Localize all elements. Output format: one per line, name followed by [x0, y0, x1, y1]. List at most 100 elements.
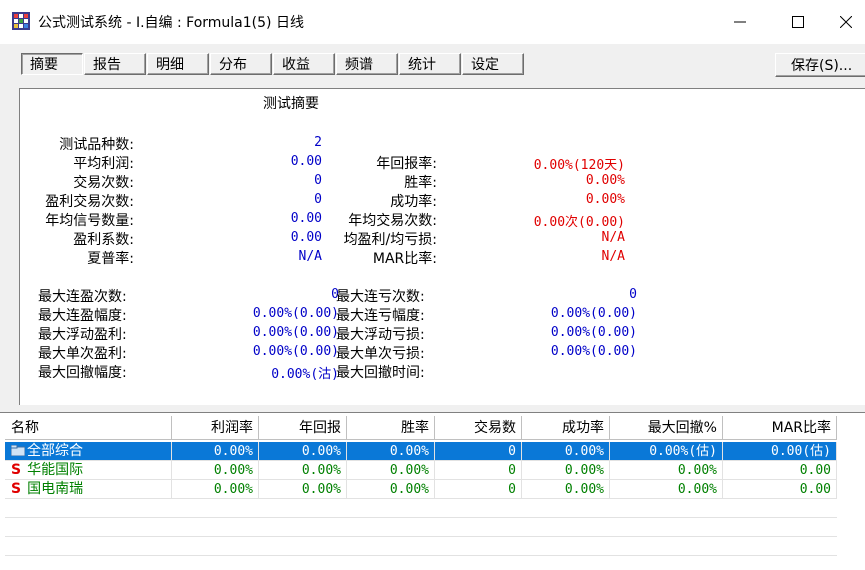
stat-label: 成功率: — [390, 194, 437, 210]
tab-report[interactable]: 报告 — [84, 53, 146, 75]
table-cell: 0 — [435, 442, 522, 461]
tab-summary[interactable]: 摘要 — [21, 53, 83, 75]
close-icon — [839, 16, 852, 28]
stat-value: 0.00%(0.00) — [252, 325, 339, 340]
table-cell: 0.00% — [172, 461, 259, 480]
table-cell: 0.00% — [347, 461, 435, 480]
stat-label: MAR比率: — [372, 251, 437, 267]
tab-detail[interactable]: 明细 — [147, 53, 209, 75]
stat-label: 最大单次盈利: — [38, 346, 127, 362]
stat-value: 0 — [314, 173, 322, 188]
empty-row — [5, 499, 837, 518]
column-header-success-rate[interactable]: 成功率 — [522, 416, 610, 440]
table-cell: 0.00% — [610, 480, 723, 499]
stat-label: 盈利系数: — [73, 232, 134, 248]
table-row[interactable]: S 国电南瑞 — [5, 480, 172, 499]
tab-settings[interactable]: 设定 — [462, 53, 524, 75]
table-cell: 0.00%(估) — [610, 442, 723, 461]
stock-s-icon: S — [11, 462, 22, 478]
stat-label: 年均信号数量: — [45, 213, 134, 229]
stat-value: 0.00%(0.00) — [550, 306, 637, 321]
tab-profit[interactable]: 收益 — [273, 53, 335, 75]
table-cell: 0.00% — [259, 480, 347, 499]
table-row[interactable]: S 华能国际 — [5, 461, 172, 480]
stat-label: 平均利润: — [73, 156, 134, 172]
app-grid-icon — [12, 12, 30, 30]
stat-value: 0.00%(0.00) — [550, 344, 637, 359]
table-cell: 0.00% — [522, 480, 610, 499]
stock-s-icon: S — [11, 481, 22, 497]
column-header-trades[interactable]: 交易数 — [435, 416, 522, 440]
stat-value: 0.00 — [290, 230, 322, 245]
stat-value: N/A — [601, 249, 625, 264]
stat-label: 年均交易次数: — [348, 213, 437, 229]
tab-spectrum[interactable]: 频谱 — [336, 53, 398, 75]
stat-value: N/A — [601, 230, 625, 245]
empty-row — [5, 537, 837, 556]
column-header-win-rate[interactable]: 胜率 — [347, 416, 435, 440]
table-cell: 0.00% — [259, 461, 347, 480]
column-header-annual-return[interactable]: 年回报 — [259, 416, 347, 440]
title-bar: 公式测试系统 - I.自编 : Formula1(5) 日线 — [0, 0, 865, 44]
stat-label: 测试品种数: — [59, 137, 134, 153]
results-table: 名称 利润率 年回报 胜率 交易数 成功率 最大回撤% MAR比率 全部综合 0… — [0, 412, 865, 570]
stat-label: 年回报率: — [376, 156, 437, 172]
table-cell: 0.00% — [347, 442, 435, 461]
table-cell: 0.00% — [522, 461, 610, 480]
stat-label: 均盈利/均亏损: — [343, 232, 437, 248]
stat-label: 交易次数: — [73, 175, 134, 191]
stat-label: 夏普率: — [87, 251, 134, 267]
save-button[interactable]: 保存(S)... — [775, 53, 865, 77]
stat-value: 0 — [314, 192, 322, 207]
table-cell: 0.00% — [172, 480, 259, 499]
table-row[interactable]: 全部综合 — [5, 442, 172, 461]
table-cell: 0.00 — [723, 461, 837, 480]
stat-value: 0.00%(0.00) — [252, 344, 339, 359]
stat-value: 0.00%(沽) — [271, 367, 339, 382]
tab-bar: 摘要 报告 明细 分布 收益 频谱 统计 设定 保存(S)... — [0, 44, 865, 88]
stat-label: 最大回撤时间: — [336, 365, 425, 381]
minimize-button[interactable] — [710, 0, 770, 44]
column-header-max-drawdown[interactable]: 最大回撤% — [610, 416, 723, 440]
column-header-name[interactable]: 名称 — [5, 416, 172, 440]
stat-label: 最大浮动盈利: — [38, 327, 127, 343]
table-cell: 0 — [435, 461, 522, 480]
stat-value: 2 — [314, 135, 322, 150]
summary-panel: 测试摘要 测试品种数: 平均利润: 交易次数: 盈利交易次数: 年均信号数量: … — [19, 88, 865, 405]
summary-title: 测试摘要 — [263, 96, 319, 112]
stat-value: 0.00% — [585, 192, 625, 207]
column-header-profit-rate[interactable]: 利润率 — [172, 416, 259, 440]
table-cell: 0 — [435, 480, 522, 499]
row-name: 华能国际 — [27, 462, 84, 478]
stat-value: 0.00%(120天) — [533, 158, 625, 173]
stat-label: 盈利交易次数: — [45, 194, 134, 210]
maximize-button[interactable] — [768, 0, 828, 44]
row-name: 国电南瑞 — [27, 481, 84, 497]
tab-distribution[interactable]: 分布 — [210, 53, 272, 75]
table-cell: 0.00% — [610, 461, 723, 480]
table-cell: 0.00% — [172, 442, 259, 461]
table-cell: 0.00% — [347, 480, 435, 499]
stat-label: 最大浮动亏损: — [336, 327, 425, 343]
table-cell: 0.00 — [723, 480, 837, 499]
column-header-mar-ratio[interactable]: MAR比率 — [723, 416, 837, 440]
table-cell: 0.00% — [259, 442, 347, 461]
row-name: 全部综合 — [27, 443, 83, 459]
stat-value: 0 — [629, 287, 637, 302]
table-cell: 0.00(估) — [723, 442, 837, 461]
stat-value: 0.00%(0.00) — [252, 306, 339, 321]
stat-value: 0.00 — [290, 154, 322, 169]
stat-value: 0.00 — [290, 211, 322, 226]
stat-value: 0.00% — [585, 173, 625, 188]
stat-label: 胜率: — [404, 175, 437, 191]
folder-icon — [10, 444, 26, 457]
close-button[interactable] — [826, 0, 865, 44]
stat-label: 最大连盈幅度: — [38, 308, 127, 324]
empty-row — [5, 518, 837, 537]
stat-label: 最大连亏幅度: — [336, 308, 425, 324]
stat-value: 0.00%(0.00) — [550, 325, 637, 340]
stat-label: 最大连盈次数: — [38, 289, 127, 305]
minimize-icon — [734, 21, 746, 23]
tab-statistics[interactable]: 统计 — [399, 53, 461, 75]
stat-value: N/A — [298, 249, 322, 264]
